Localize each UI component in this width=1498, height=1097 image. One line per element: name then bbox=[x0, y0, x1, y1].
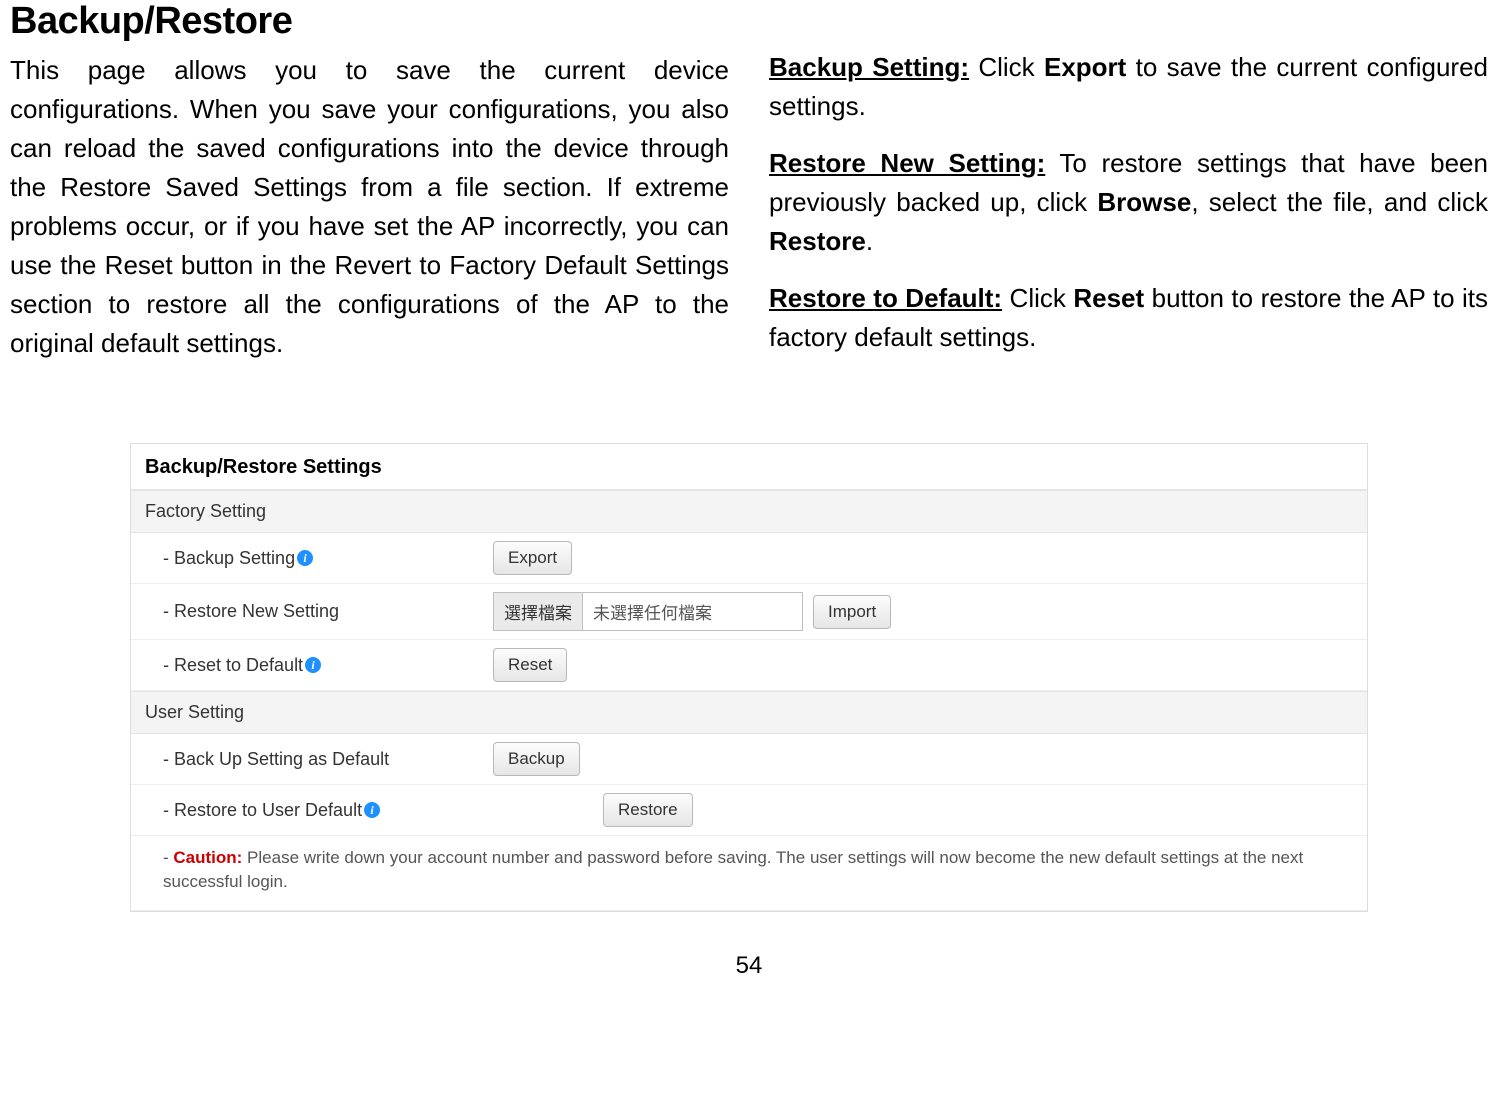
backup-as-default-row: - Back Up Setting as Default Backup bbox=[131, 734, 1367, 785]
restore-to-user-default-row: - Restore to User Default i Restore bbox=[131, 785, 1367, 836]
info-icon[interactable]: i bbox=[297, 550, 313, 566]
restore-new-setting-row-label: - Restore New Setting bbox=[163, 601, 339, 622]
page-number: 54 bbox=[10, 952, 1488, 980]
no-file-label: 未選擇任何檔案 bbox=[583, 593, 802, 630]
backup-setting-paragraph: Backup Setting: Click Export to save the… bbox=[769, 48, 1488, 126]
restore-new-setting-paragraph: Restore New Setting: To restore settings… bbox=[769, 144, 1488, 261]
caution-label: Caution: bbox=[173, 848, 242, 867]
caution-row: - Caution: Please write down your accoun… bbox=[131, 836, 1367, 911]
reset-word: Reset bbox=[1073, 283, 1144, 313]
restore-to-default-paragraph: Restore to Default: Click Reset button t… bbox=[769, 279, 1488, 357]
restore-new-setting-row: - Restore New Setting 選擇檔案 未選擇任何檔案 Impor… bbox=[131, 584, 1367, 640]
backup-setting-label: Backup Setting: bbox=[769, 52, 969, 82]
restore-to-default-label: Restore to Default: bbox=[769, 283, 1002, 313]
info-icon[interactable]: i bbox=[305, 657, 321, 673]
backup-setting-row-label: - Backup Setting bbox=[163, 548, 295, 569]
text: Click bbox=[1002, 283, 1073, 313]
restore-button[interactable]: Restore bbox=[603, 793, 693, 827]
page-title: Backup/Restore bbox=[10, 0, 729, 43]
user-setting-header: User Setting bbox=[131, 691, 1367, 734]
backup-restore-settings-panel: Backup/Restore Settings Factory Setting … bbox=[130, 443, 1368, 912]
import-button[interactable]: Import bbox=[813, 595, 891, 629]
browse-word: Browse bbox=[1097, 187, 1191, 217]
text: , select the file, and click bbox=[1191, 187, 1488, 217]
panel-title: Backup/Restore Settings bbox=[131, 444, 1367, 490]
backup-setting-row: - Backup Setting i Export bbox=[131, 533, 1367, 584]
file-chooser[interactable]: 選擇檔案 未選擇任何檔案 bbox=[493, 592, 803, 631]
intro-paragraph: This page allows you to save the current… bbox=[10, 51, 729, 363]
choose-file-button[interactable]: 選擇檔案 bbox=[494, 593, 583, 630]
restore-word: Restore bbox=[769, 226, 866, 256]
caution-dash: - bbox=[163, 848, 173, 867]
factory-setting-header: Factory Setting bbox=[131, 490, 1367, 533]
caution-text: Please write down your account number an… bbox=[163, 848, 1303, 891]
backup-as-default-row-label: - Back Up Setting as Default bbox=[163, 749, 389, 770]
info-icon[interactable]: i bbox=[364, 802, 380, 818]
restore-to-user-default-row-label: - Restore to User Default bbox=[163, 800, 362, 821]
reset-to-default-row: - Reset to Default i Reset bbox=[131, 640, 1367, 691]
restore-new-setting-label: Restore New Setting: bbox=[769, 148, 1045, 178]
text: . bbox=[866, 226, 873, 256]
export-word: Export bbox=[1044, 52, 1126, 82]
backup-button[interactable]: Backup bbox=[493, 742, 580, 776]
text: Click bbox=[969, 52, 1044, 82]
export-button[interactable]: Export bbox=[493, 541, 572, 575]
reset-to-default-row-label: - Reset to Default bbox=[163, 655, 303, 676]
reset-button[interactable]: Reset bbox=[493, 648, 567, 682]
